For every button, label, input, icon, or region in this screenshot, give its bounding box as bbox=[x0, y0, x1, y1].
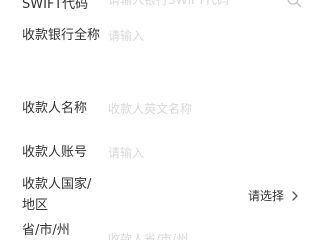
swift-code-input[interactable] bbox=[108, 0, 278, 9]
bank-name-label: 收款银行全称 bbox=[22, 28, 101, 43]
swift-code-field[interactable] bbox=[108, 0, 278, 9]
bank-name-input[interactable] bbox=[108, 27, 278, 45]
swift-code-label: SWIFT代码 bbox=[22, 0, 89, 12]
province-label: 省/市/州 bbox=[22, 223, 70, 238]
province-input[interactable] bbox=[108, 230, 278, 240]
payee-name-input[interactable] bbox=[108, 100, 278, 118]
payee-country-label-line1: 收款人国家/ bbox=[22, 177, 92, 192]
country-select-label: 请选择 bbox=[248, 189, 285, 203]
payee-form: SWIFT代码 收款银行全称 收款人名称 收款人账号 收款人国家/ 地区 请选择… bbox=[0, 0, 320, 240]
payee-country-label-line2: 地区 bbox=[22, 198, 49, 213]
country-select[interactable]: 请选择 bbox=[248, 188, 300, 204]
search-icon[interactable] bbox=[286, 0, 302, 8]
payee-account-input[interactable] bbox=[108, 144, 278, 162]
payee-name-field[interactable] bbox=[108, 100, 278, 118]
payee-account-field[interactable] bbox=[108, 144, 278, 162]
payee-name-label: 收款人名称 bbox=[22, 101, 88, 116]
payee-account-label: 收款人账号 bbox=[22, 145, 88, 160]
province-field[interactable] bbox=[108, 230, 278, 240]
chevron-right-icon bbox=[292, 191, 298, 201]
bank-name-field[interactable] bbox=[108, 27, 278, 45]
